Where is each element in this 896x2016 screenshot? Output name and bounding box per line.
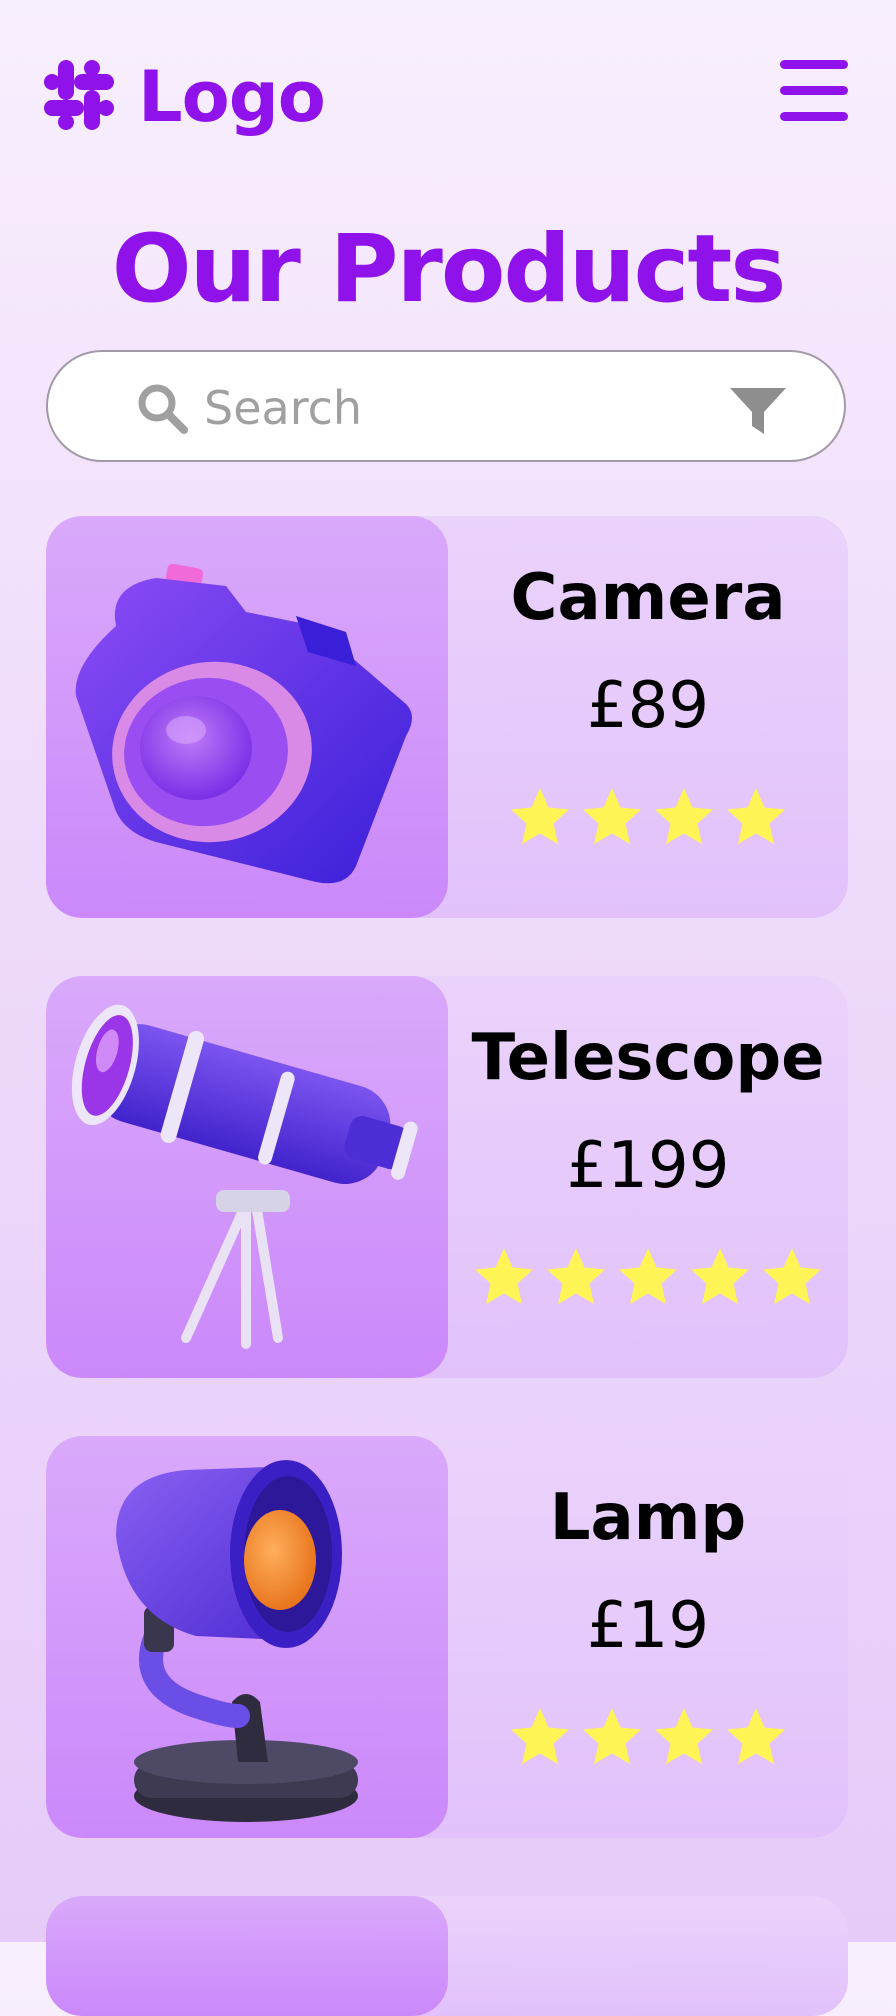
star-icon <box>727 1708 785 1764</box>
search-bar[interactable] <box>46 350 846 462</box>
product-info: Lamp £19 <box>448 1436 848 1838</box>
header: Logo <box>0 0 896 190</box>
camera-icon <box>75 563 413 884</box>
product-card[interactable]: Camera £89 <box>46 516 848 918</box>
star-icon <box>475 1248 533 1304</box>
product-image <box>46 976 448 1378</box>
desk-lamp-icon <box>116 1460 358 1822</box>
search-icon <box>138 384 188 434</box>
star-icon <box>511 788 569 844</box>
star-icon <box>547 1248 605 1304</box>
menu-button[interactable] <box>780 60 848 122</box>
product-name[interactable]: Camera <box>448 558 848 638</box>
star-icon <box>691 1248 749 1304</box>
product-name[interactable]: Telescope <box>448 1018 848 1098</box>
telescope-icon <box>71 1004 418 1349</box>
product-card-partial[interactable] <box>46 1896 848 2016</box>
star-icon <box>583 788 641 844</box>
product-price: £199 <box>566 1129 730 1203</box>
search-input[interactable] <box>202 376 726 440</box>
star-icon <box>763 1248 821 1304</box>
filter-funnel-icon[interactable] <box>730 386 786 436</box>
product-image <box>46 1436 448 1838</box>
logo-text[interactable]: Logo <box>138 52 326 142</box>
star-icon <box>583 1708 641 1764</box>
product-price: £19 <box>586 1589 710 1663</box>
slack-hash-icon <box>44 60 114 130</box>
star-icon <box>619 1248 677 1304</box>
star-icon <box>727 788 785 844</box>
product-card[interactable]: Lamp £19 <box>46 1436 848 1838</box>
star-icon <box>655 788 713 844</box>
product-image <box>46 1896 448 2016</box>
product-image <box>46 516 448 918</box>
product-info: Telescope £199 <box>448 976 848 1378</box>
product-name[interactable]: Lamp <box>448 1478 848 1558</box>
product-price: £89 <box>586 669 710 743</box>
star-icon <box>655 1708 713 1764</box>
rating-stars <box>448 1704 848 1772</box>
page-title: Our Products <box>111 215 787 324</box>
product-info: Camera £89 <box>448 516 848 918</box>
product-card[interactable]: Telescope £199 <box>46 976 848 1378</box>
star-icon <box>511 1708 569 1764</box>
rating-stars <box>448 784 848 852</box>
rating-stars <box>448 1244 848 1312</box>
